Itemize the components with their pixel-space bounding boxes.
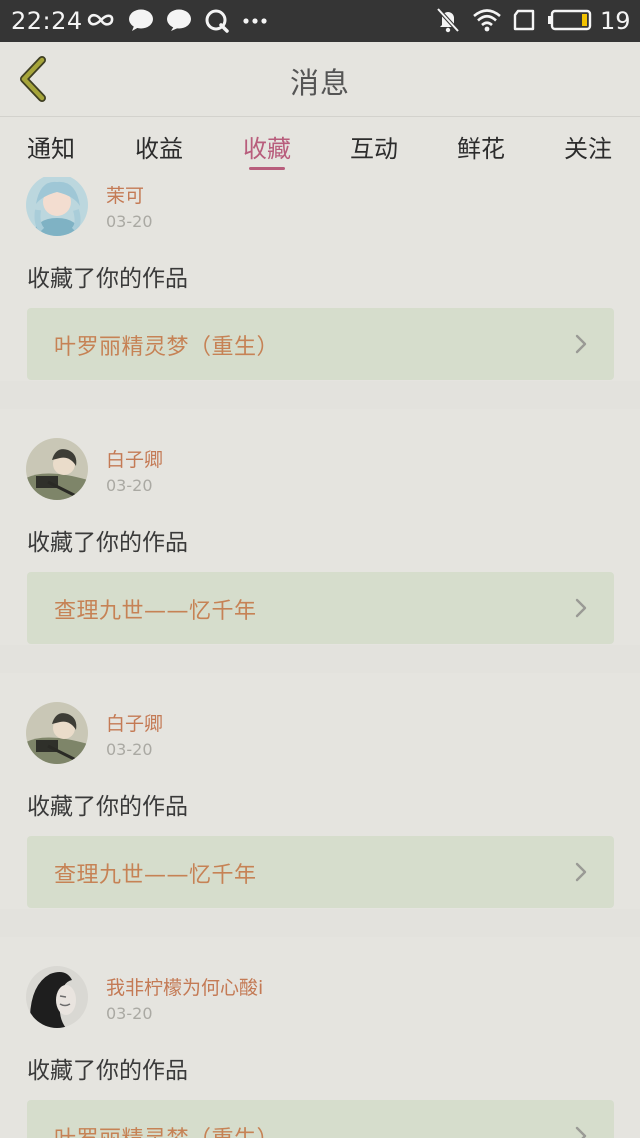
status-bar: 22:24 19 bbox=[0, 0, 640, 42]
username[interactable]: 茉可 bbox=[106, 181, 144, 208]
message-feed[interactable]: 茉可 03-20 收藏了你的作品 叶罗丽精灵梦（重生） 白子卿 03-20 收藏… bbox=[0, 177, 640, 1138]
tab-flowers[interactable]: 鲜花 bbox=[441, 129, 521, 164]
username[interactable]: 我非柠檬为何心酸i bbox=[106, 973, 263, 1000]
sim-card-icon bbox=[513, 9, 535, 31]
action-text: 收藏了你的作品 bbox=[27, 1058, 188, 1084]
work-link[interactable]: 叶罗丽精灵梦（重生） bbox=[27, 308, 614, 380]
tab-notifications[interactable]: 通知 bbox=[11, 129, 91, 164]
timestamp: 03-20 bbox=[106, 1004, 153, 1023]
work-link[interactable]: 查理九世——忆千年 bbox=[27, 572, 614, 644]
battery-level: 19 bbox=[600, 7, 631, 35]
tab-bar: 通知 收益 收藏 互动 鲜花 关注 bbox=[0, 117, 640, 177]
page-title: 消息 bbox=[289, 66, 350, 100]
infinity-icon bbox=[87, 13, 114, 26]
tab-following[interactable]: 关注 bbox=[548, 129, 628, 164]
more-dots-icon bbox=[243, 18, 267, 24]
battery-icon bbox=[548, 9, 592, 31]
action-text: 收藏了你的作品 bbox=[27, 266, 188, 292]
work-title: 查理九世——忆千年 bbox=[54, 599, 257, 624]
avatar[interactable] bbox=[26, 438, 88, 500]
tab-interactions[interactable]: 互动 bbox=[334, 129, 414, 164]
tab-earnings[interactable]: 收益 bbox=[119, 129, 199, 164]
list-item: 白子卿 03-20 收藏了你的作品 查理九世——忆千年 bbox=[0, 409, 640, 645]
work-title: 查理九世——忆千年 bbox=[54, 863, 257, 888]
username[interactable]: 白子卿 bbox=[106, 709, 163, 736]
q-app-icon bbox=[205, 9, 229, 33]
work-title: 叶罗丽精灵梦（重生） bbox=[54, 1121, 279, 1138]
chat-bubble-icon bbox=[167, 9, 191, 31]
chevron-right-icon bbox=[575, 334, 587, 354]
action-text: 收藏了你的作品 bbox=[27, 794, 188, 820]
work-title: 叶罗丽精灵梦（重生） bbox=[54, 335, 280, 360]
tab-favorites[interactable]: 收藏 bbox=[227, 129, 307, 164]
list-item: 白子卿 03-20 收藏了你的作品 查理九世——忆千年 bbox=[0, 673, 640, 909]
list-item: 茉可 03-20 收藏了你的作品 叶罗丽精灵梦（重生） bbox=[0, 177, 640, 381]
chevron-right-icon bbox=[575, 862, 587, 882]
action-text: 收藏了你的作品 bbox=[27, 530, 188, 556]
active-tab-indicator bbox=[249, 167, 285, 170]
timestamp: 03-20 bbox=[106, 476, 153, 495]
timestamp: 03-20 bbox=[106, 212, 153, 231]
chevron-right-icon bbox=[575, 598, 587, 618]
chevron-right-icon bbox=[575, 1126, 587, 1138]
username[interactable]: 白子卿 bbox=[106, 445, 163, 472]
timestamp: 03-20 bbox=[106, 740, 153, 759]
avatar[interactable] bbox=[26, 702, 88, 764]
status-time: 22:24 bbox=[11, 7, 83, 35]
work-link[interactable]: 查理九世——忆千年 bbox=[27, 836, 614, 908]
list-item: 我非柠檬为何心酸i 03-20 收藏了你的作品 叶罗丽精灵梦（重生） bbox=[0, 937, 640, 1138]
bell-muted-icon bbox=[436, 7, 460, 33]
wifi-icon bbox=[473, 9, 501, 32]
header-bar: 消息 bbox=[0, 42, 640, 117]
work-link[interactable]: 叶罗丽精灵梦（重生） bbox=[27, 1100, 614, 1138]
avatar[interactable] bbox=[26, 966, 88, 1028]
message-bubble-icon bbox=[129, 9, 153, 31]
avatar[interactable] bbox=[26, 177, 88, 236]
